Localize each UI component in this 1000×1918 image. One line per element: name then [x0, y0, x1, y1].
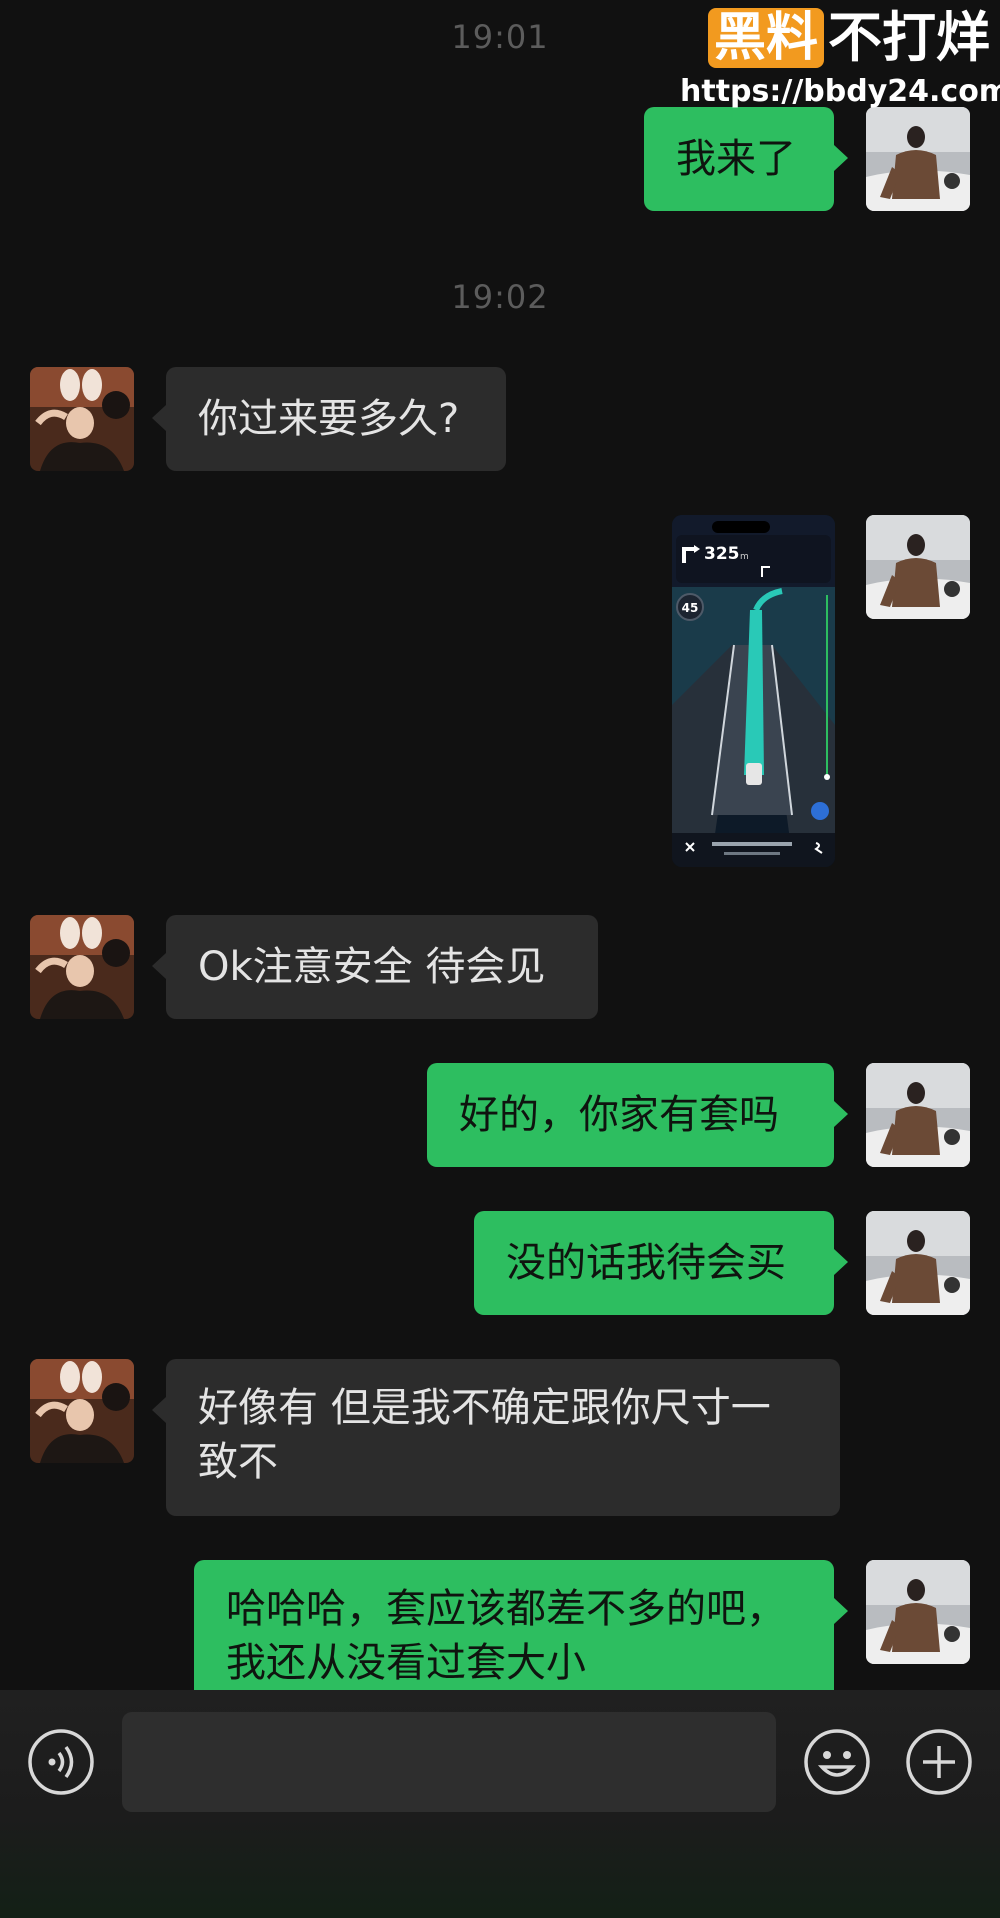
- message-text: 我来了: [676, 136, 796, 182]
- contact-avatar[interactable]: [30, 915, 134, 1019]
- message-bubble-incoming[interactable]: 你过来要多久?: [152, 367, 506, 471]
- message-bubble-outgoing[interactable]: 没的话我待会买: [474, 1211, 848, 1315]
- message-bubble-incoming[interactable]: Ok注意安全 待会见: [152, 915, 598, 1019]
- message-text: 你过来要多久?: [198, 396, 460, 442]
- emoji-button[interactable]: [802, 1727, 872, 1797]
- emoji-icon: [804, 1729, 870, 1795]
- chat-area: 黑料 不打烊 https://bbdy24.com 19:01 我来了 19:0…: [0, 0, 1000, 1690]
- navigation-screenshot-image[interactable]: 325 m 45: [672, 515, 835, 867]
- voice-icon: [28, 1729, 94, 1795]
- message-text: 没的话我待会买: [506, 1240, 786, 1286]
- watermark-brand-highlight: 黑料: [707, 8, 824, 68]
- message-text: 好像有 但是我不确定跟你尺寸一 致不: [198, 1385, 771, 1485]
- contact-avatar[interactable]: [30, 367, 134, 471]
- my-avatar[interactable]: [866, 515, 970, 619]
- message-bubble-outgoing[interactable]: 我来了: [644, 107, 848, 211]
- input-bar: [0, 1690, 1000, 1918]
- message-bubble-incoming[interactable]: 好像有 但是我不确定跟你尺寸一 致不: [152, 1359, 840, 1516]
- watermark-brand-text: 不打烊: [828, 6, 990, 69]
- message-text: Ok注意安全 待会见: [198, 944, 546, 990]
- plus-icon: [906, 1729, 972, 1795]
- message-input[interactable]: [122, 1712, 776, 1812]
- my-avatar[interactable]: [866, 1063, 970, 1167]
- message-bubble-outgoing[interactable]: 哈哈哈，套应该都差不多的吧， 我还从没看过套大小: [194, 1560, 848, 1690]
- plus-button[interactable]: [904, 1727, 974, 1797]
- contact-avatar[interactable]: [30, 1359, 134, 1463]
- watermark-brand: 黑料 不打烊: [680, 8, 990, 68]
- message-text: 好的，你家有套吗: [459, 1092, 779, 1138]
- my-avatar[interactable]: [866, 1560, 970, 1664]
- voice-button[interactable]: [26, 1727, 96, 1797]
- my-avatar[interactable]: [866, 1211, 970, 1315]
- watermark: 黑料 不打烊 https://bbdy24.com: [680, 8, 1000, 112]
- message-bubble-outgoing[interactable]: 好的，你家有套吗: [427, 1063, 848, 1167]
- nav-distance-unit: m: [740, 552, 749, 562]
- timestamp: 19:02: [451, 278, 549, 316]
- watermark-url: https://bbdy24.com: [680, 74, 1000, 109]
- nav-distance: 325: [704, 544, 740, 564]
- message-text: 哈哈哈，套应该都差不多的吧， 我还从没看过套大小: [226, 1586, 786, 1686]
- my-avatar[interactable]: [866, 107, 970, 211]
- nav-speed: 45: [682, 601, 699, 615]
